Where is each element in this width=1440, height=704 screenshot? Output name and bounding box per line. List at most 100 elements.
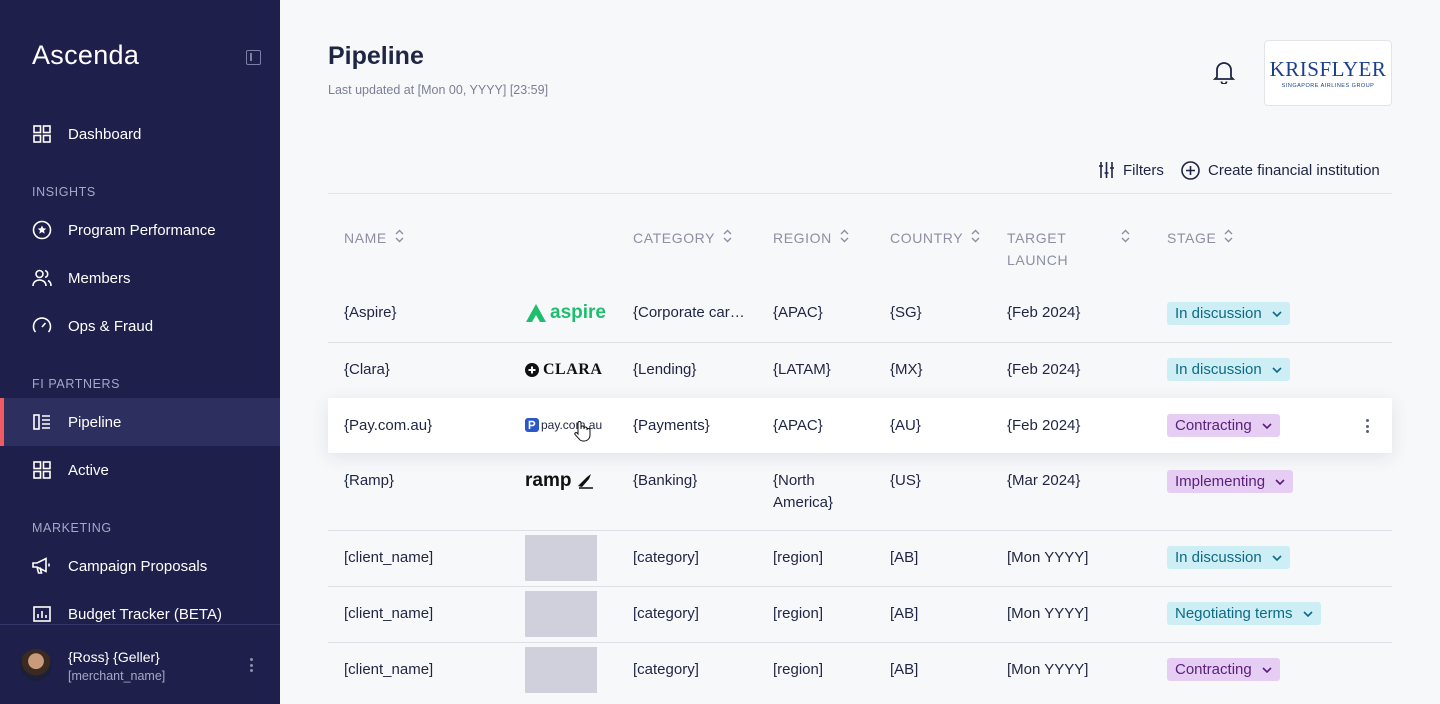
users-icon — [32, 268, 52, 288]
column-header-region[interactable]: REGION — [773, 227, 849, 249]
column-header-label: COUNTRY — [890, 230, 964, 246]
stage-label: Implementing — [1175, 473, 1266, 490]
sidebar-item-label: Ops & Fraud — [68, 317, 154, 335]
chevron-down-icon — [1272, 366, 1282, 373]
brand-logo: Ascenda — [32, 40, 140, 70]
filters-label: Filters — [1123, 161, 1164, 179]
cell-category: [category] — [633, 605, 699, 622]
column-header-stage[interactable]: STAGE — [1167, 227, 1233, 249]
column-header-target-launch[interactable]: TARGET LAUNCH — [1007, 227, 1137, 271]
stage-label: In discussion — [1175, 549, 1262, 566]
cell-category: [category] — [633, 661, 699, 678]
filters-button[interactable]: Filters — [1098, 160, 1164, 180]
cell-region: {APAC} — [773, 304, 823, 321]
cell-target-launch: {Mar 2024} — [1007, 472, 1081, 489]
merchant-name: [merchant_name] — [68, 669, 166, 683]
stage-dropdown[interactable]: Negotiating terms — [1167, 602, 1321, 625]
cell-country: [AB] — [890, 605, 919, 622]
column-header-name[interactable]: NAME — [344, 227, 404, 249]
chevron-down-icon — [1272, 554, 1282, 561]
sidebar-item-label: Active — [68, 461, 109, 479]
sidebar-item-ops-fraud[interactable]: Ops & Fraud — [0, 302, 280, 350]
stage-dropdown[interactable]: Contracting — [1167, 414, 1280, 437]
cell-target-launch: [Mon YYYY] — [1007, 549, 1089, 566]
logo-placeholder — [525, 647, 597, 693]
sidebar-item-pipeline[interactable]: Pipeline — [0, 398, 280, 446]
clara-logo-text: CLARA — [543, 361, 603, 378]
sort-icon — [840, 229, 849, 243]
sidebar: Ascenda Dashboard INSIGHTS Program Perfo… — [0, 0, 280, 704]
gauge-icon — [32, 316, 52, 336]
sidebar-item-dashboard[interactable]: Dashboard — [0, 110, 280, 158]
sidebar-item-label: Budget Tracker (BETA) — [68, 605, 222, 623]
stage-dropdown[interactable]: In discussion — [1167, 546, 1290, 569]
cell-target-launch: {Feb 2024} — [1007, 304, 1081, 321]
logo-placeholder — [525, 591, 597, 637]
user-menu-icon[interactable] — [250, 658, 254, 675]
page-title: Pipeline — [328, 42, 424, 70]
cell-country: {MX} — [890, 361, 923, 378]
stage-label: Contracting — [1175, 417, 1252, 434]
cell-category: {Lending} — [633, 361, 697, 378]
plus-circle-icon — [1181, 160, 1200, 180]
sidebar-item-program-performance[interactable]: Program Performance — [0, 206, 280, 254]
aspire-logo: aspire — [525, 302, 606, 324]
cell-region: [region] — [773, 661, 824, 678]
stage-label: Contracting — [1175, 661, 1252, 678]
cell-target-launch: {Feb 2024} — [1007, 361, 1081, 378]
stage-dropdown[interactable]: In discussion — [1167, 358, 1290, 381]
last-updated: Last updated at [Mon 00, YYYY] [23:59] — [328, 83, 549, 97]
sort-icon — [723, 229, 732, 243]
grid-icon — [32, 460, 52, 480]
partner-logo-text: KRISFLYER — [1269, 57, 1387, 81]
cell-region: [region] — [773, 605, 824, 622]
column-header-category[interactable]: CATEGORY — [633, 227, 732, 249]
sidebar-item-label: Pipeline — [68, 413, 122, 431]
row-divider — [328, 642, 1392, 643]
stage-dropdown[interactable]: In discussion — [1167, 302, 1290, 325]
column-header-country[interactable]: COUNTRY — [890, 227, 980, 249]
chevron-down-icon — [1272, 310, 1282, 317]
column-header-label: CATEGORY — [633, 230, 716, 246]
sidebar-item-members[interactable]: Members — [0, 254, 280, 302]
create-fi-label: Create financial institution — [1208, 161, 1380, 179]
user-name: {Ross} {Geller} — [68, 649, 160, 665]
list-icon — [32, 412, 52, 432]
cell-region: [region] — [773, 549, 824, 566]
stage-label: Negotiating terms — [1175, 605, 1293, 622]
aspire-logo-text: aspire — [550, 302, 606, 323]
row-divider — [328, 586, 1392, 587]
cell-region: {LATAM} — [773, 361, 831, 378]
create-fi-button[interactable]: Create financial institution — [1181, 160, 1380, 180]
chevron-down-icon — [1262, 666, 1272, 673]
star-circle-icon — [32, 220, 52, 240]
stage-dropdown[interactable]: Implementing — [1167, 470, 1294, 493]
sidebar-item-label: Campaign Proposals — [68, 557, 208, 575]
row-divider — [328, 530, 1392, 531]
sidebar-item-active[interactable]: Active — [0, 446, 280, 494]
cell-target-launch: {Feb 2024} — [1007, 417, 1081, 434]
chevron-down-icon — [1275, 478, 1285, 485]
collapse-sidebar-icon[interactable] — [246, 50, 261, 65]
stage-label: In discussion — [1175, 305, 1262, 322]
cell-name: [client_name] — [344, 605, 434, 622]
cell-region: {APAC} — [773, 417, 823, 434]
partner-logo-subtext: SINGAPORE AIRLINES GROUP — [1281, 83, 1375, 89]
ramp-logo-text: ramp — [525, 470, 572, 491]
bell-icon[interactable] — [1212, 60, 1236, 85]
column-header-label: STAGE — [1167, 230, 1217, 246]
cell-name: [client_name] — [344, 661, 434, 678]
sort-icon — [1224, 229, 1233, 243]
cell-category: {Payments} — [633, 417, 710, 434]
user-profile[interactable]: {Ross} {Geller} [merchant_name] — [0, 624, 280, 704]
sidebar-item-campaign-proposals[interactable]: Campaign Proposals — [0, 542, 280, 590]
row-divider — [328, 342, 1392, 343]
stage-label: In discussion — [1175, 361, 1262, 378]
row-menu-icon[interactable] — [1366, 419, 1370, 436]
section-insights: INSIGHTS — [32, 185, 96, 199]
stage-dropdown[interactable]: Contracting — [1167, 658, 1280, 681]
section-fi-partners: FI PARTNERS — [32, 377, 121, 391]
cell-country: {US} — [890, 472, 921, 489]
cell-country: [AB] — [890, 549, 919, 566]
paycomau-logo-text: pay.com.au — [541, 418, 603, 432]
